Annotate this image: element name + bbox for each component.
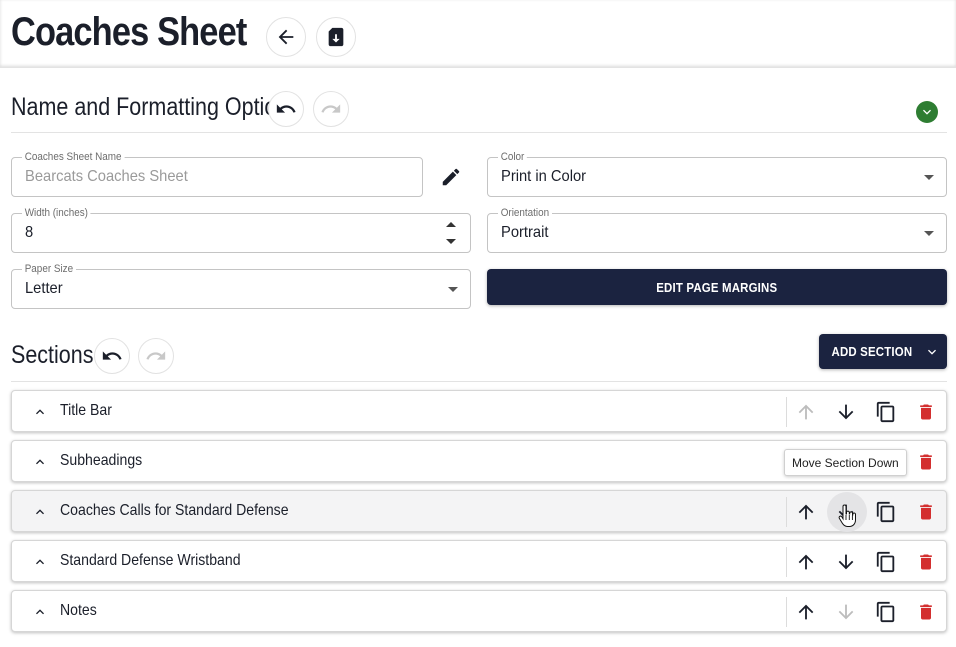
chevron-up-icon[interactable] — [32, 504, 48, 520]
duplicate-button[interactable] — [874, 600, 898, 624]
arrow-down-icon — [838, 554, 854, 570]
trash-icon — [920, 554, 932, 570]
sections-undo-button[interactable] — [94, 338, 130, 374]
pencil-icon — [442, 168, 460, 186]
trash-icon — [920, 504, 932, 520]
section-label: Subheadings — [60, 452, 143, 469]
arrow-up-icon — [798, 554, 814, 570]
trash-icon — [920, 604, 932, 620]
button-label: ADD SECTION — [831, 344, 913, 359]
section-row-title-bar[interactable]: Title Bar — [11, 390, 947, 432]
field-value: Portrait — [501, 224, 549, 241]
paper-size-select[interactable]: Paper Size Letter — [11, 263, 471, 309]
chevron-down-icon — [927, 349, 936, 355]
chevron-up-icon[interactable] — [32, 554, 48, 570]
color-select[interactable]: Color Print in Color — [487, 151, 947, 197]
delete-button[interactable] — [914, 450, 938, 474]
coaches-sheet-name-field[interactable]: Coaches Sheet Name Bearcats Coaches Shee… — [11, 151, 423, 197]
file-download-icon — [328, 27, 344, 47]
section-row-notes[interactable]: Notes — [11, 590, 947, 632]
back-button[interactable] — [266, 17, 306, 57]
divider — [786, 597, 787, 627]
edit-page-margins-button[interactable]: EDIT PAGE MARGINS — [487, 269, 947, 305]
download-button[interactable] — [316, 17, 356, 57]
formatting-redo-button[interactable] — [313, 91, 349, 127]
tooltip: Move Section Down — [784, 449, 907, 476]
section-label: Standard Defense Wristband — [60, 552, 241, 569]
delete-button[interactable] — [914, 550, 938, 574]
arrow-up-icon — [798, 504, 814, 520]
field-label: Coaches Sheet Name — [22, 151, 125, 163]
duplicate-button[interactable] — [874, 400, 898, 424]
field-value: 8 — [25, 224, 34, 241]
move-up-button[interactable] — [794, 500, 818, 524]
formatting-undo-button[interactable] — [268, 91, 304, 127]
divider — [11, 381, 947, 382]
edit-name-button[interactable] — [440, 166, 462, 188]
trash-icon — [920, 454, 932, 470]
move-up-button[interactable] — [794, 550, 818, 574]
undo-icon — [102, 351, 122, 360]
copy-icon — [876, 401, 895, 423]
field-placeholder: Bearcats Coaches Sheet — [25, 168, 188, 185]
copy-icon — [876, 501, 895, 523]
field-value: Print in Color — [501, 168, 587, 185]
redo-icon — [146, 351, 166, 360]
arrow-up-icon — [798, 404, 814, 420]
page-title: Coaches Sheet — [11, 10, 247, 54]
trash-icon — [920, 404, 932, 420]
button-label: EDIT PAGE MARGINS — [656, 279, 778, 295]
arrow-down-icon — [838, 604, 854, 620]
dropdown-caret-icon — [448, 287, 458, 292]
field-label: Color — [498, 151, 528, 163]
field-label: Paper Size — [22, 263, 76, 275]
hand-cursor-icon — [838, 504, 856, 527]
copy-icon — [876, 601, 895, 623]
section-label: Coaches Calls for Standard Defense — [60, 502, 289, 519]
dropdown-caret-icon — [924, 231, 934, 236]
copy-icon — [876, 551, 895, 573]
delete-button[interactable] — [914, 400, 938, 424]
arrow-up-icon — [798, 604, 814, 620]
move-down-button[interactable] — [834, 600, 858, 624]
add-section-button[interactable]: ADD SECTION — [819, 334, 947, 369]
chevron-up-icon[interactable] — [32, 604, 48, 620]
move-down-button[interactable] — [834, 400, 858, 424]
redo-icon — [321, 104, 341, 113]
section-label: Title Bar — [60, 402, 112, 419]
divider — [786, 397, 787, 427]
section-label: Notes — [60, 602, 97, 619]
chevron-up-icon[interactable] — [32, 454, 48, 470]
expand-formatting-button[interactable] — [916, 101, 938, 123]
chevron-up-icon[interactable] — [32, 404, 48, 420]
move-up-button[interactable] — [794, 400, 818, 424]
number-stepper[interactable] — [446, 220, 456, 248]
move-up-button[interactable] — [794, 600, 818, 624]
dropdown-caret-icon — [924, 175, 934, 180]
stepper-up-icon[interactable] — [446, 222, 456, 227]
stepper-down-icon[interactable] — [446, 239, 456, 244]
sections-title: Sections — [11, 341, 94, 369]
undo-icon — [276, 104, 296, 113]
sections-redo-button[interactable] — [138, 338, 174, 374]
divider — [11, 132, 947, 133]
duplicate-button[interactable] — [874, 500, 898, 524]
divider — [786, 547, 787, 577]
move-down-button[interactable] — [834, 550, 858, 574]
orientation-select[interactable]: Orientation Portrait — [487, 207, 947, 253]
field-label: Orientation — [498, 207, 552, 219]
arrow-down-icon — [838, 404, 854, 420]
duplicate-button[interactable] — [874, 550, 898, 574]
arrow-left-icon — [278, 29, 294, 45]
delete-button[interactable] — [914, 500, 938, 524]
divider — [786, 497, 787, 527]
delete-button[interactable] — [914, 600, 938, 624]
field-value: Letter — [25, 280, 63, 297]
section-row-coaches-calls[interactable]: Coaches Calls for Standard Defense — [11, 490, 947, 532]
section-row-wristband[interactable]: Standard Defense Wristband — [11, 540, 947, 582]
chevron-down-icon — [923, 109, 931, 115]
formatting-title: Name and Formatting Options — [11, 93, 300, 121]
field-label: Width (inches) — [22, 207, 91, 219]
width-input[interactable]: Width (inches) 8 — [11, 207, 471, 253]
